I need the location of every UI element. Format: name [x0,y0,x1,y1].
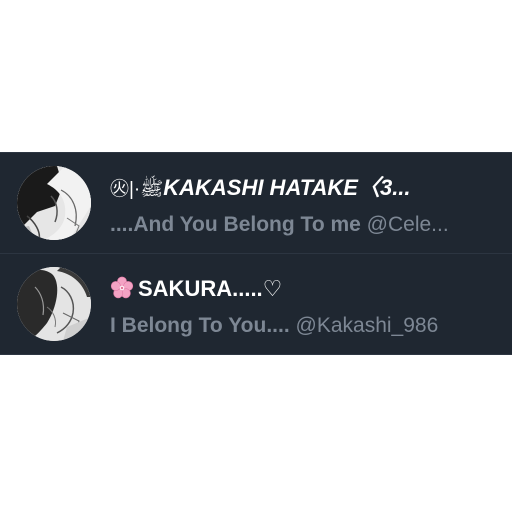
bio-text: I Belong To You.... [110,314,290,337]
bio-handle[interactable]: @Kakashi_986 [290,314,439,337]
cherry-blossom-icon [110,276,134,299]
bio-handle[interactable]: @Cele... [361,213,449,236]
display-name[interactable]: SAKURA.....♡ [110,274,282,304]
list-item[interactable]: SAKURA.....♡ I Belong To You.... @Kakash… [0,253,512,353]
bio-line: I Belong To You.... @Kakashi_986 [110,312,438,340]
avatar[interactable] [17,166,91,240]
name-text: SAKURA.....♡ [138,276,283,301]
bio-text: ....And You Belong To me [110,213,361,236]
user-list-panel: ㊋|·ﷺKAKASHI HATAKE〈3... ....And You Belo… [0,152,512,355]
screenshot-canvas: ㊋|·ﷺKAKASHI HATAKE〈3... ....And You Belo… [0,0,512,512]
name-prefix-symbols: ㊋|·ﷺ [110,179,164,200]
bio-line: ....And You Belong To me @Cele... [110,211,449,239]
manga-couple-image [17,166,91,240]
name-text: KAKASHI HATAKE〈3... [163,175,411,200]
display-name[interactable]: ㊋|·ﷺKAKASHI HATAKE〈3... [110,173,411,203]
list-item[interactable]: ㊋|·ﷺKAKASHI HATAKE〈3... ....And You Belo… [0,153,512,253]
manga-couple-image [17,267,91,341]
avatar[interactable] [17,267,91,341]
